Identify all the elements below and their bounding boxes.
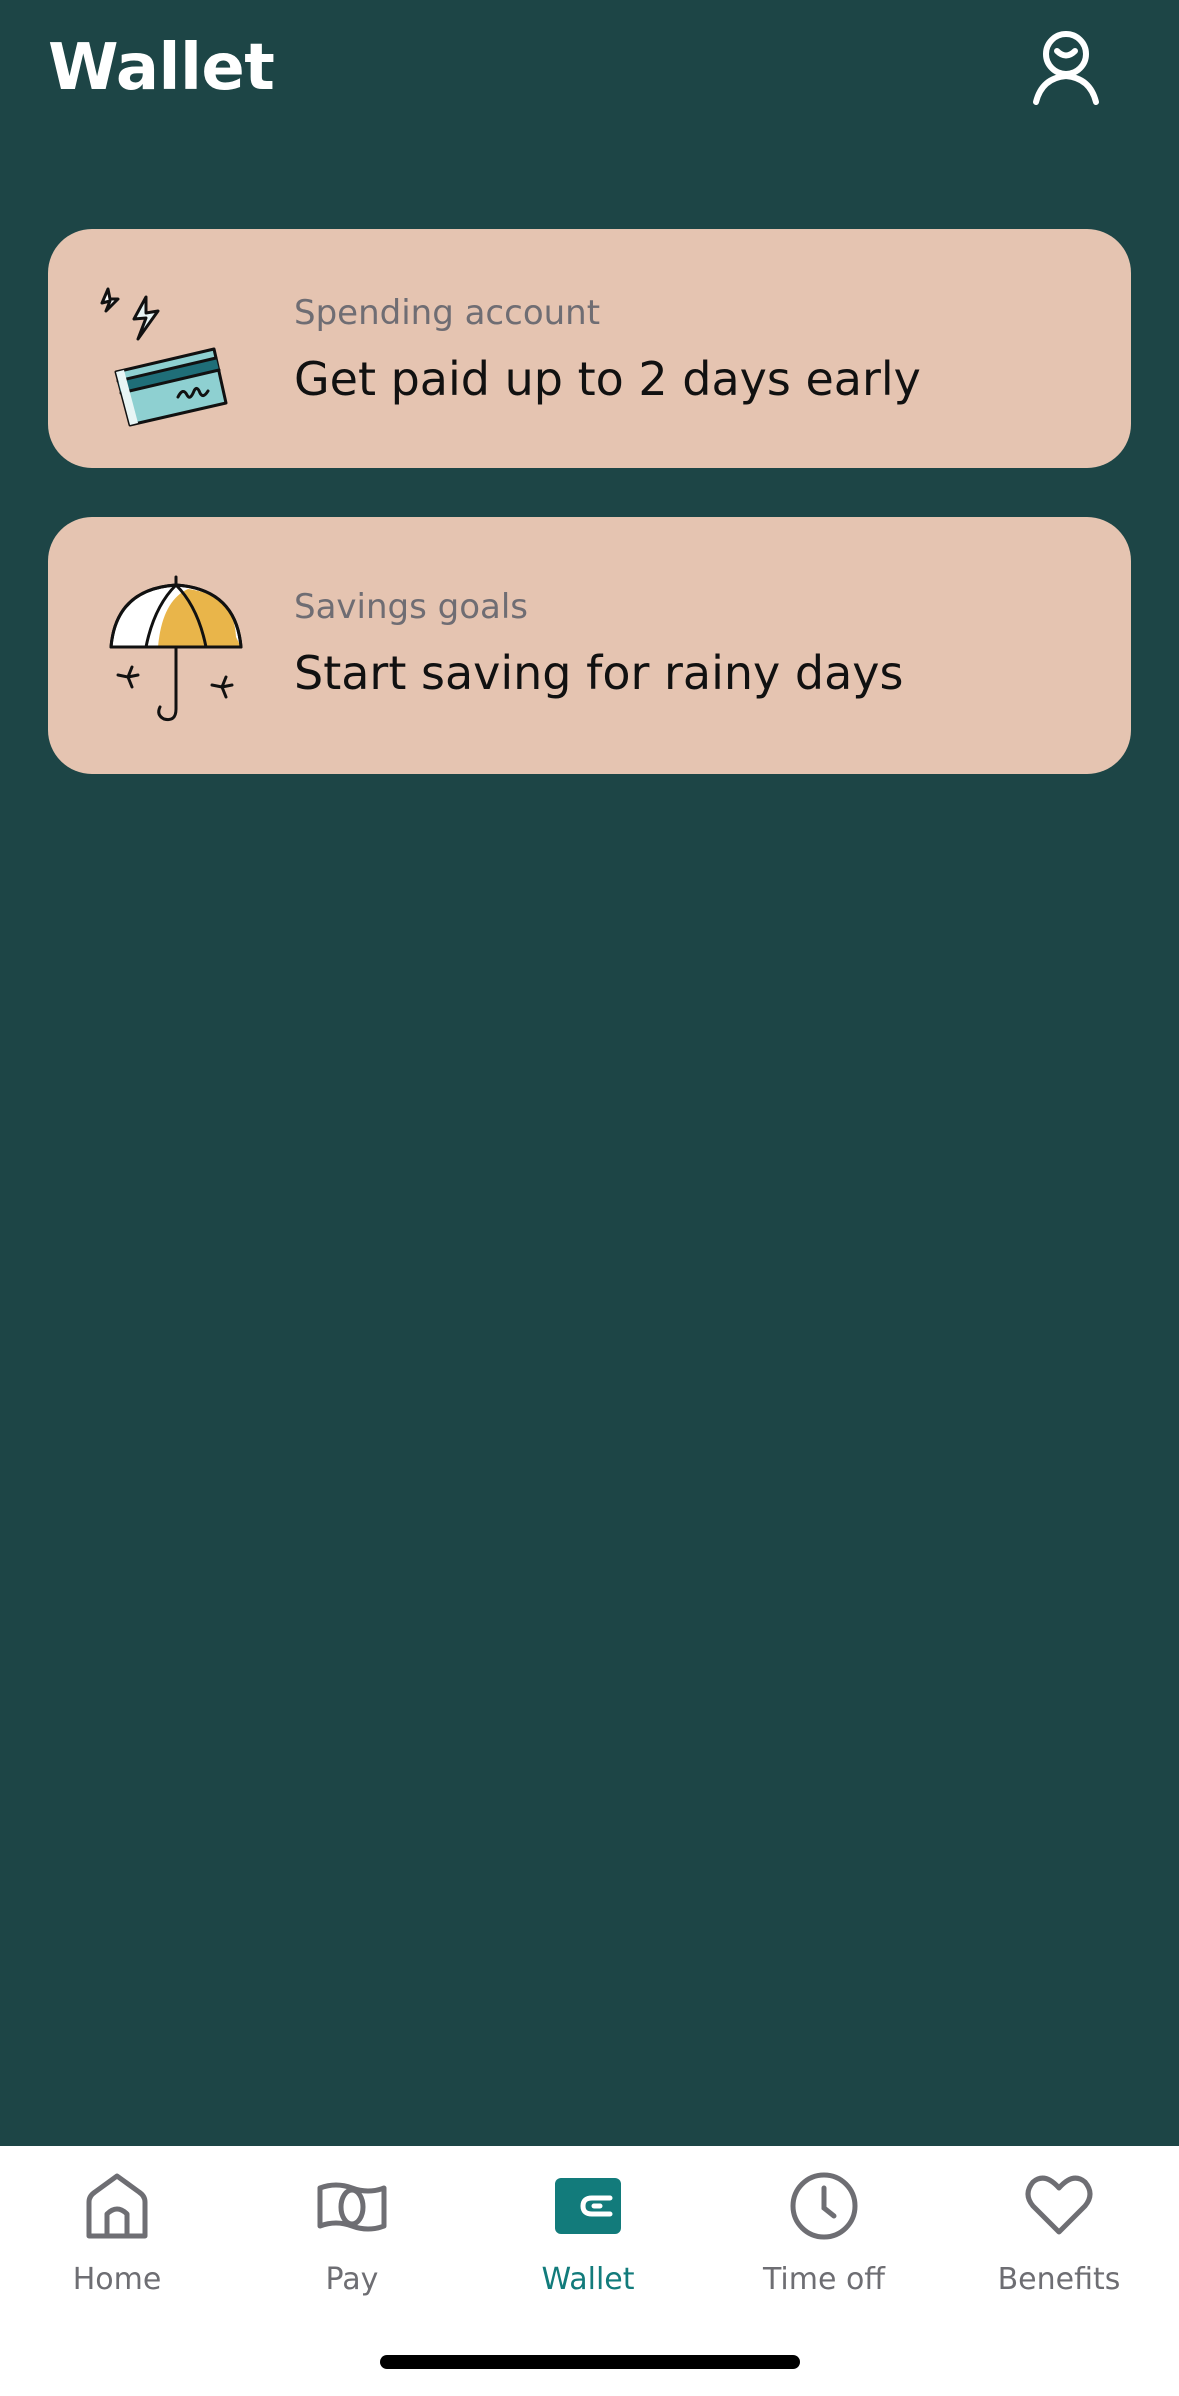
money-icon [317,2182,387,2232]
umbrella-illustration [96,567,256,727]
tab-wallet[interactable]: Wallet [488,2170,688,2320]
savings-goals-card[interactable]: Savings goals Start saving for rainy day… [48,517,1131,774]
profile-button[interactable] [1030,28,1102,108]
wallet-icon [555,2178,621,2234]
credit-card-lightning-illustration [96,277,256,437]
heart-icon [1025,2175,1093,2235]
card-label: Spending account [294,293,601,333]
person-icon [1033,31,1099,105]
tab-time-off[interactable]: Time off [724,2170,924,2320]
tab-label: Wallet [541,2262,635,2297]
card-label: Savings goals [294,587,529,627]
page-title: Wallet [48,31,275,105]
spending-account-card[interactable]: Spending account Get paid up to 2 days e… [48,229,1131,468]
home-indicator[interactable] [380,2355,800,2369]
tab-home[interactable]: Home [17,2170,217,2320]
header: Wallet [0,0,1179,140]
card-title: Start saving for rainy days [294,646,904,700]
tab-label: Time off [763,2262,885,2297]
tab-pay[interactable]: Pay [252,2170,452,2320]
savings-card-text: Savings goals Start saving for rainy day… [294,585,1091,703]
tab-label: Pay [325,2262,379,2297]
spending-card-text: Spending account Get paid up to 2 days e… [294,291,1091,409]
card-title: Get paid up to 2 days early [294,352,921,406]
tab-benefits[interactable]: Benefits [959,2170,1159,2320]
tab-label: Home [72,2262,162,2297]
clock-icon [790,2172,858,2240]
tab-label: Benefits [997,2262,1121,2297]
home-icon [86,2173,148,2239]
